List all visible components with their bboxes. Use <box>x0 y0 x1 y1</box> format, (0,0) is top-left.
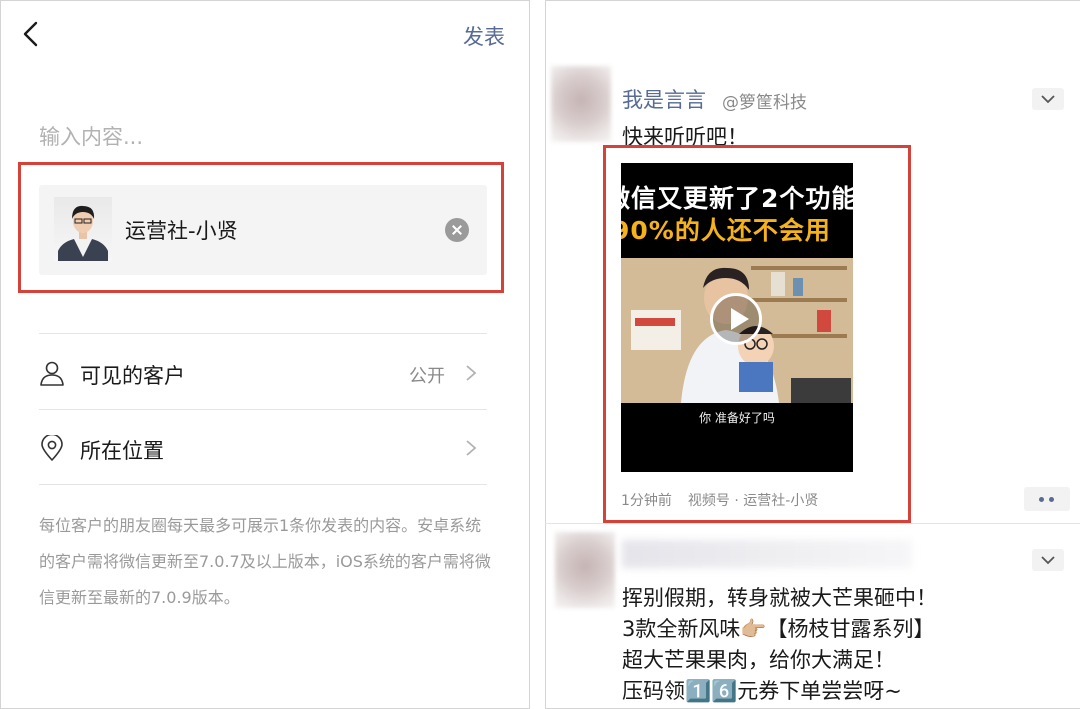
post-author-name-blurred <box>622 540 912 568</box>
video-thumbnail[interactable]: 微信又更新了2个功能 90%的人还不会用 你 准备好了吗 <box>621 163 853 472</box>
compose-panel: 发表 运营社-小贤 可见的客户 公开 <box>0 0 530 709</box>
divider <box>39 484 487 485</box>
avatar[interactable] <box>555 532 615 608</box>
post-meta: 1分钟前 视频号 · 运营社-小贤 <box>621 490 818 510</box>
post-time: 1分钟前 <box>621 493 672 509</box>
post-author-name[interactable]: 我是言言 <box>622 84 706 114</box>
visible-customers-label: 可见的客户 <box>80 364 185 388</box>
chevron-right-icon <box>466 440 477 456</box>
video-headline: 微信又更新了2个功能 <box>621 184 853 213</box>
chevron-right-icon <box>466 365 477 381</box>
video-caption: 你 准备好了吗 <box>699 411 775 425</box>
person-icon <box>40 361 64 386</box>
more-actions-button[interactable] <box>1024 487 1070 511</box>
chevron-down-icon <box>1041 556 1055 565</box>
person-avatar-icon <box>58 205 108 261</box>
post-menu-button[interactable] <box>1032 549 1064 571</box>
divider <box>545 523 1080 524</box>
location-pin-icon <box>41 435 63 461</box>
avatar[interactable] <box>551 66 611 142</box>
posting-notice: 每位客户的朋友圈每天最多可展示1条你发表的内容。安卓系统的客户需将微信更新至7.… <box>39 516 491 607</box>
post-menu-button[interactable] <box>1032 88 1064 110</box>
back-icon[interactable] <box>17 17 47 51</box>
publish-button[interactable]: 发表 <box>463 21 505 51</box>
divider <box>39 333 487 334</box>
remove-attachment-icon[interactable] <box>445 218 469 242</box>
attachment-title: 运营社-小贤 <box>125 219 238 243</box>
play-icon[interactable] <box>710 293 762 345</box>
video-subheadline: 90%的人还不会用 <box>621 216 831 245</box>
post-source-link[interactable]: 视频号 · 运营社-小贤 <box>688 493 818 509</box>
post-author-org: @箩筐科技 <box>722 93 807 113</box>
content-input[interactable] <box>39 121 479 153</box>
post-text: 挥别假期，转身就被大芒果砸中！ 3款全新风味👉🏼【杨枝甘露系列】 超大芒果果肉，… <box>622 586 937 703</box>
attachment-card[interactable]: 运营社-小贤 <box>39 185 487 275</box>
location-row[interactable]: 所在位置 <box>39 411 487 485</box>
visible-customers-row[interactable]: 可见的客户 公开 <box>39 336 487 410</box>
chevron-down-icon <box>1041 95 1055 104</box>
location-label: 所在位置 <box>80 439 164 463</box>
attachment-thumbnail <box>54 197 112 261</box>
divider <box>39 409 487 410</box>
visible-customers-value: 公开 <box>409 366 445 387</box>
